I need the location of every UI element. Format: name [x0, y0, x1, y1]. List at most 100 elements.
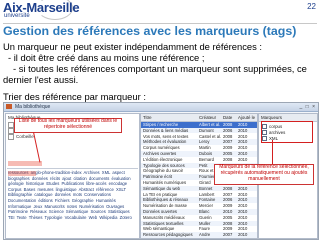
- table-cell: 2008: [223, 122, 233, 127]
- table-cell: Andre: [199, 232, 211, 238]
- tag-highlight: [8, 161, 42, 166]
- table-cell: Dumont: [199, 127, 214, 133]
- table-cell: Castel et al.: [199, 133, 221, 139]
- window-controls[interactable]: _ □ ×: [300, 104, 317, 110]
- table-cell: Numérisation de masse: [143, 203, 187, 209]
- table-cell: 2008: [223, 156, 233, 162]
- table-cell: L'édition électronique: [143, 156, 183, 162]
- table-row[interactable]: Données & liens médias Dumont 2006 2010: [141, 127, 257, 134]
- table-cell: 2010: [238, 203, 248, 209]
- table-cell: Stirpes / recherche: [143, 122, 179, 127]
- table-cell: Leroy: [199, 139, 210, 145]
- table-cell: Bonnet: [199, 185, 213, 191]
- table-cell: Blanc: [199, 209, 210, 214]
- table-cell: Ressources pédagogiques: [143, 232, 193, 238]
- table-cell: 2007: [223, 232, 233, 238]
- table-cell: Lambert: [199, 191, 215, 197]
- table-cell: 2010: [238, 133, 248, 139]
- table-cell: 2010: [238, 122, 248, 127]
- tag-selector[interactable]: ressources anglo-phone-tradition-index A…: [8, 170, 137, 236]
- table-row[interactable]: Manuscrits médiévaux Guerin 2005 2010: [141, 215, 257, 221]
- window-title: Ma bibliothèque: [15, 104, 51, 110]
- table-row[interactable]: La TEI en pratique Lambert 2007 2010: [141, 192, 257, 198]
- table-cell: Vos mots, sens et textes: [143, 133, 189, 139]
- callout-item-tags: Marqueurs de la référence sélectionnée, …: [214, 164, 314, 185]
- body-line-5: Trier des référence par marqueur :: [3, 91, 146, 102]
- table-cell: La TEI en pratique: [143, 191, 178, 197]
- window-titlebar: Ma bibliothèque _ □ ×: [4, 103, 318, 112]
- column-date[interactable]: Date: [223, 114, 232, 121]
- table-cell: Corpus numériques: [143, 145, 180, 151]
- table-row[interactable]: L'édition électronique Bernard 2008 2010: [141, 157, 257, 163]
- table-cell: 2010: [238, 139, 248, 145]
- table-cell: 2007: [223, 191, 233, 197]
- body-line-1: Un marqueur ne peut exister indépendamme…: [3, 41, 263, 52]
- table-cell: 2010: [238, 209, 248, 214]
- tag-highlight: [8, 171, 36, 176]
- column-added[interactable]: Ajouté le: [238, 114, 255, 121]
- table-row[interactable]: Sémantique du web Bonnet 2008 2010: [141, 185, 257, 192]
- table-cell: Statistiques textuelles: [143, 220, 184, 226]
- table-row[interactable]: Web sémantique Faure 2009 2010: [141, 226, 257, 232]
- table-cell: Archives ouvertes: [143, 151, 177, 156]
- tree-item-trash[interactable]: Corbeille: [8, 134, 34, 140]
- table-cell: Bibliothèques & réseaux: [143, 197, 189, 203]
- table-row[interactable]: Ressources pédagogiques Andre 2007 2010: [141, 232, 257, 238]
- table-cell: Données & liens médias: [143, 127, 189, 133]
- table-cell: 2010: [238, 232, 248, 238]
- body-line-3: - si toutes les références comportant un…: [13, 63, 307, 74]
- table-row[interactable]: Stirpes / recherche Albert et al. 2008 2010: [141, 122, 257, 128]
- table-cell: Muller: [199, 220, 211, 226]
- table-cell: Fontaine: [199, 197, 216, 203]
- tree-item-label: Corbeille: [16, 134, 34, 140]
- column-title[interactable]: Titre: [143, 114, 152, 121]
- table-cell: 2010: [223, 209, 233, 214]
- tag-selector-divider: [7, 168, 138, 169]
- table-cell: 2005: [223, 151, 233, 156]
- table-cell: 2009: [223, 226, 233, 232]
- page-number: 22: [307, 2, 316, 11]
- table-row[interactable]: Vos mots, sens et textes Castel et al. 200…: [141, 134, 257, 140]
- table-cell: Sémantique du web: [143, 185, 181, 191]
- table-cell: 2010: [238, 220, 248, 226]
- logo-subtext: université: [4, 13, 30, 19]
- table-cell: 2008: [223, 133, 233, 139]
- university-logo: Aix-Marseille université: [3, 0, 83, 24]
- table-cell: Bernard: [199, 156, 214, 162]
- table-cell: 2010: [238, 185, 248, 191]
- table-cell: 2010: [238, 214, 248, 220]
- table-row[interactable]: Méthodes et évaluation Leroy 2007 2010: [141, 139, 257, 145]
- table-cell: 2010: [238, 145, 248, 151]
- table-row[interactable]: Corpus numériques Martin 2009 2010: [141, 145, 257, 151]
- table-cell: Albert et al.: [199, 122, 221, 127]
- table-cell: Données ouvertes: [143, 209, 177, 214]
- table-cell: 2009: [223, 145, 233, 151]
- table-cell: 2010: [238, 156, 248, 162]
- table-cell: Manuscrits médiévaux: [143, 214, 185, 220]
- table-cell: 2005: [223, 214, 233, 220]
- table-cell: Patrimoine écrit: [143, 174, 173, 180]
- table-cell: Dubois: [199, 151, 213, 156]
- table-cell: Humanités numériques: [143, 180, 187, 185]
- table-cell: 2006: [223, 127, 233, 133]
- table-cell: Martin: [199, 145, 211, 151]
- table-cell: 2008: [223, 220, 233, 226]
- table-row[interactable]: Données ouvertes Blanc 2010 2010: [141, 209, 257, 215]
- table-cell: 2010: [238, 127, 248, 133]
- table-cell: 2007: [223, 139, 233, 145]
- selected-tags-highlight: [261, 121, 313, 143]
- table-row[interactable]: Statistiques textuelles Muller 2008 2010: [141, 220, 257, 227]
- table-cell: 2010: [238, 191, 248, 197]
- callout-tag-list: Liste de tous les marqueurs utilisées da…: [14, 118, 122, 133]
- table-cell: 2006: [223, 197, 233, 203]
- app-icon: [6, 104, 12, 109]
- table-cell: Faure: [199, 226, 210, 232]
- table-cell: Web sémantique: [143, 226, 175, 232]
- table-row[interactable]: Archives ouvertes Dubois 2005 2010: [141, 151, 257, 157]
- table-cell: 2010: [238, 197, 248, 203]
- table-cell: Méthodes et évaluation: [143, 139, 187, 145]
- column-creator[interactable]: Créateur: [199, 114, 216, 121]
- table-row[interactable]: Bibliothèques & réseaux Fontaine 2006 2010: [141, 197, 257, 203]
- table-cell: 2009: [223, 203, 233, 209]
- table-row[interactable]: Numérisation de masse Mercier 2009 2010: [141, 203, 257, 209]
